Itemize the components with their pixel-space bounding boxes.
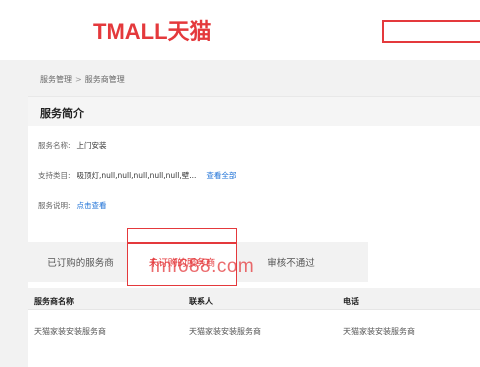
top-header: TMALL天猫 xyxy=(0,0,480,60)
breadcrumb-item-provider-management[interactable]: 服务商管理 xyxy=(85,74,125,85)
category-label: 支持类目: xyxy=(38,171,71,180)
table-header: 服务商名称 联系人 电话 xyxy=(28,288,480,310)
tab-label: 已订购的服务商 xyxy=(47,258,114,269)
view-all-link[interactable]: 查看全部 xyxy=(206,170,236,181)
watermark-text: fmf688.com xyxy=(150,256,255,277)
provider-table: 服务商名称 联系人 电话 天猫家装安装服务商 天猫家装安装服务商 天猫家装安装服… xyxy=(28,288,480,367)
column-header-provider-name: 服务商名称 xyxy=(34,297,74,306)
tmall-logo[interactable]: TMALL天猫 xyxy=(93,17,212,44)
main-content: 服务管理 > 服务商管理 服务简介 服务名称: 上门安装 支持类目: 吸顶灯,n… xyxy=(28,62,480,367)
breadcrumb: 服务管理 > 服务商管理 xyxy=(40,74,125,85)
search-input[interactable] xyxy=(382,20,480,43)
logo-text: TMALL天猫 xyxy=(93,19,212,44)
description-label: 服务说明: xyxy=(38,201,71,210)
service-name-row: 服务名称: 上门安装 xyxy=(38,140,107,151)
panel-title: 服务简介 xyxy=(40,107,84,120)
breadcrumb-item-service-management[interactable]: 服务管理 xyxy=(40,74,72,85)
column-header-contact: 联系人 xyxy=(189,297,213,306)
service-name-label: 服务名称: xyxy=(38,141,71,150)
breadcrumb-separator: > xyxy=(75,75,82,84)
description-row: 服务说明: 点击查看 xyxy=(38,200,107,211)
tab-label: 审核不通过 xyxy=(267,258,315,269)
category-row: 支持类目: 吸顶灯,null,null,null,null,null,壁... … xyxy=(38,170,236,181)
cell-phone: 天猫家装安装服务商 xyxy=(343,327,415,336)
cell-provider-name: 天猫家装安装服务商 xyxy=(34,327,106,336)
tab-subscribed-providers[interactable]: 已订购的服务商 xyxy=(28,242,133,282)
panel-header: 服务简介 xyxy=(28,96,480,126)
service-name-value: 上门安装 xyxy=(76,141,107,150)
category-value: 吸顶灯,null,null,null,null,null,壁... xyxy=(76,171,197,180)
description-link[interactable]: 点击查看 xyxy=(77,200,107,211)
column-header-phone: 电话 xyxy=(343,297,359,306)
cell-contact: 天猫家装安装服务商 xyxy=(189,327,261,336)
